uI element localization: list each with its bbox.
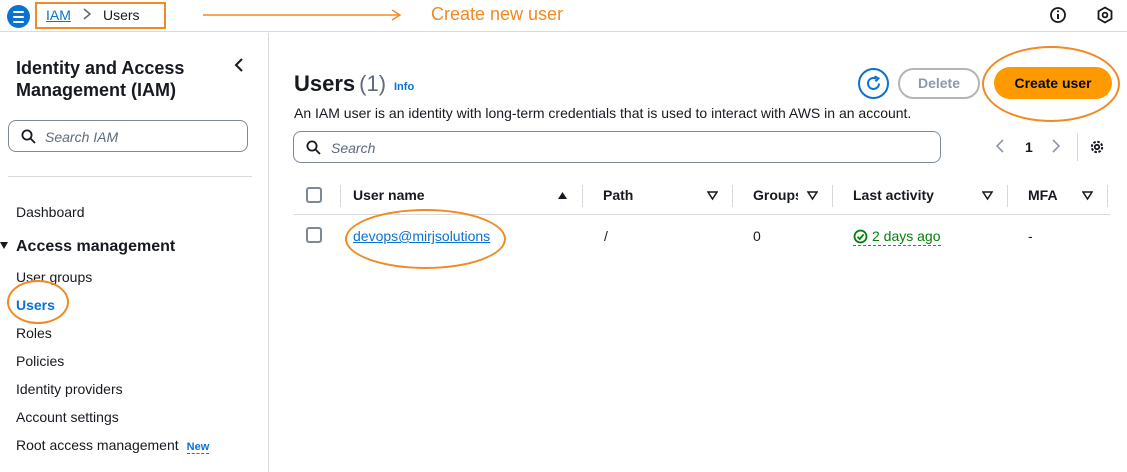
breadcrumb-iam[interactable]: IAM — [46, 7, 71, 23]
cell-groups: 0 — [753, 228, 761, 244]
column-divider — [1007, 185, 1008, 207]
sidebar-item-user-groups[interactable]: User groups — [16, 269, 92, 285]
sort-ascending-icon[interactable] — [557, 190, 568, 201]
gear-icon[interactable] — [1088, 138, 1106, 156]
main-content: Users (1) Info An IAM user is an identity… — [270, 33, 1127, 472]
chevron-right-icon — [83, 8, 92, 20]
sidebar-item-root-access-management[interactable]: Root access management New — [16, 437, 210, 454]
sidebar: Identity and Access Management (IAM) Sea… — [0, 33, 269, 472]
sidebar-item-policies[interactable]: Policies — [16, 353, 64, 369]
sidebar-divider — [8, 176, 252, 177]
search-icon — [306, 140, 321, 155]
previous-page-icon[interactable] — [994, 138, 1006, 154]
column-header-last-activity[interactable]: Last activity — [853, 187, 934, 203]
sidebar-item-label: Root access management — [16, 437, 179, 453]
sidebar-item-account-settings[interactable]: Account settings — [16, 409, 119, 425]
column-divider — [832, 185, 833, 207]
user-name-link[interactable]: devops@mirjsolutions — [353, 228, 490, 244]
check-circle-icon — [853, 229, 868, 244]
annotation-arrow-icon — [203, 9, 402, 21]
info-link[interactable]: Info — [394, 81, 414, 93]
top-navigation-bar: IAM Users Create new user — [0, 0, 1127, 32]
sidebar-title: Identity and Access Management (IAM) — [16, 58, 185, 100]
info-icon[interactable] — [1049, 6, 1067, 24]
column-header-path[interactable]: Path — [603, 187, 633, 203]
user-count: (1) — [359, 71, 387, 96]
page-number[interactable]: 1 — [1025, 139, 1033, 155]
sidebar-item-identity-providers[interactable]: Identity providers — [16, 381, 123, 397]
page-title-text: Users — [294, 71, 356, 96]
settings-hexagon-icon[interactable] — [1096, 6, 1114, 24]
last-activity-text: 2 days ago — [872, 228, 941, 244]
column-header-groups[interactable]: Groups — [753, 187, 798, 203]
cell-mfa: - — [1028, 228, 1033, 244]
cell-last-activity[interactable]: 2 days ago — [853, 228, 941, 246]
cell-path: / — [604, 228, 608, 244]
sort-icon[interactable] — [707, 190, 718, 201]
search-icon — [21, 129, 36, 144]
sort-icon[interactable] — [1082, 190, 1093, 201]
sidebar-section-label: Access management — [16, 238, 176, 255]
annotation-text: Create new user — [431, 4, 564, 24]
new-badge: New — [186, 441, 210, 454]
users-search-input[interactable]: Search — [293, 131, 941, 163]
sidebar-item-dashboard[interactable]: Dashboard — [16, 204, 85, 220]
column-header-mfa[interactable]: MFA — [1028, 187, 1058, 203]
delete-button[interactable]: Delete — [898, 68, 980, 99]
sidebar-search-input[interactable]: Search IAM — [8, 120, 248, 152]
page-title: Users (1) — [294, 71, 386, 97]
sidebar-section-access-management[interactable]: Access management — [0, 238, 175, 256]
sidebar-item-roles[interactable]: Roles — [16, 325, 52, 341]
chevron-left-icon[interactable] — [232, 57, 246, 73]
next-page-icon[interactable] — [1050, 138, 1062, 154]
refresh-button[interactable] — [858, 68, 889, 99]
sidebar-item-users[interactable]: Users — [16, 297, 55, 313]
breadcrumb-users: Users — [103, 7, 140, 23]
column-header-user-name[interactable]: User name — [353, 187, 425, 203]
sidebar-search-placeholder: Search IAM — [45, 129, 119, 145]
row-checkbox[interactable] — [306, 227, 322, 243]
users-search-placeholder: Search — [331, 140, 376, 156]
column-divider — [732, 185, 733, 207]
sort-icon[interactable] — [807, 190, 818, 201]
column-divider — [582, 185, 583, 207]
caret-down-icon — [0, 242, 8, 249]
sort-icon[interactable] — [982, 190, 993, 201]
column-divider — [1107, 185, 1108, 207]
table-header-divider — [294, 214, 1110, 215]
select-all-checkbox[interactable] — [306, 187, 322, 203]
pagination-divider — [1077, 133, 1078, 161]
column-divider — [340, 185, 341, 207]
menu-icon[interactable] — [7, 5, 30, 28]
create-user-button[interactable]: Create user — [994, 67, 1112, 99]
refresh-icon — [867, 75, 881, 90]
page-description: An IAM user is an identity with long-ter… — [294, 105, 912, 121]
